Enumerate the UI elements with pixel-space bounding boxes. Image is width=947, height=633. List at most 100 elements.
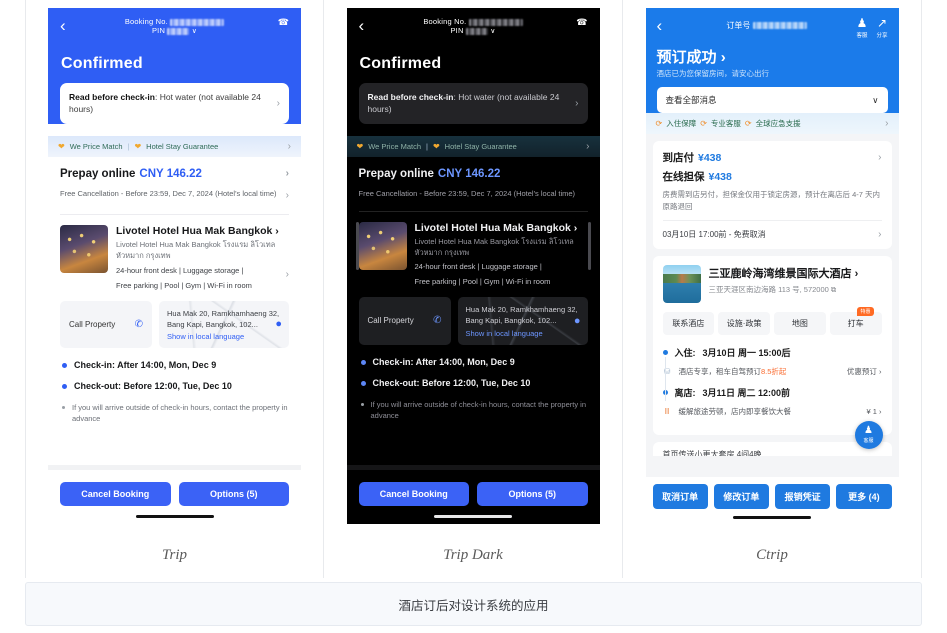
headset-icon[interactable]: ☎ (269, 17, 289, 28)
payment-note: 房费需到店另付，担保金仅用于锁定房源，预计在离店后 4-7 天内原路退回 (662, 190, 881, 211)
price-match-label: We Price Match (368, 141, 421, 151)
checkout-text: Check-out: Before 12:00, Tue, Dec 10 (74, 381, 232, 392)
customer-service-label: 客服 (863, 438, 874, 445)
back-icon[interactable]: ‹ (657, 17, 677, 34)
tab-label: 设施·政策 (726, 319, 762, 329)
car-promo-action[interactable]: 优惠预订 › (847, 366, 882, 377)
dining-promo-text: 缓解旅途劳顿，店内即享餐饮大餐 (678, 407, 792, 417)
guarantee-item-2: 专业客服 (710, 119, 741, 128)
hotel-amenities-2: Free parking | Pool | Gym | Wi-Fi in roo… (414, 277, 551, 286)
hotel-action-tabs: 联系酒店 设施·政策 地图 特惠 打车 (662, 307, 882, 336)
chevron-down-icon: ∨ (872, 94, 879, 105)
chevron-right-icon: › (878, 229, 882, 241)
checkout-label: 离店: (674, 388, 696, 399)
customer-service-button[interactable]: ♟ 客服 (856, 16, 868, 40)
hotel-row[interactable]: 三亚鹿岭海湾维景国际大酒店 › 三亚天涯区南边海路 113 号, 572000 … (662, 265, 882, 304)
footer-button-row: Cancel Booking Options (5) (60, 482, 289, 506)
customer-service-icon: ♟ (856, 16, 868, 30)
chevron-down-icon[interactable]: ∨ (192, 28, 197, 35)
ctrip-status-title-text: 预订成功 (656, 49, 717, 66)
modify-order-button[interactable]: 修改订单 (713, 484, 769, 509)
back-icon[interactable]: ‹ (60, 17, 80, 34)
pin-label: PIN (151, 26, 166, 35)
customer-service-label: 客服 (856, 33, 868, 39)
caption-trip: Trip (161, 546, 188, 563)
hotel-name: Livotel Hotel Hua Mak Bangkok › (116, 225, 289, 237)
home-indicator (135, 515, 214, 518)
floating-customer-service-button[interactable]: ♟ 客服 (854, 421, 883, 450)
dining-promo-action[interactable]: ¥ 1 › (866, 407, 881, 416)
headset-icon[interactable]: ☎ (568, 17, 587, 28)
cancellation-row[interactable]: Free Cancellation - Before 23:59, Dec 7,… (60, 183, 289, 215)
options-button[interactable]: Options (5) (178, 482, 289, 506)
call-property-button[interactable]: Call Property ✆ (358, 297, 451, 345)
tab-taxi[interactable]: 特惠 打车 (829, 307, 882, 336)
view-all-messages-field[interactable]: 查看全部消息 ∨ (656, 87, 888, 113)
guarantee-bar[interactable]: ❤ We Price Match | ❤ Hotel Stay Guarante… (346, 135, 600, 157)
cancel-policy-row[interactable]: 03月10日 17:00前 - 免费取消 › (663, 229, 882, 240)
chevron-right-icon: › (878, 152, 882, 163)
pay-at-hotel-row[interactable]: 到店付 ¥438 › (663, 150, 882, 165)
online-guarantee-amount: ¥438 (708, 171, 732, 183)
prepay-row[interactable]: Prepay online CNY 146.22 › (60, 157, 289, 183)
bullet-dot-icon (360, 380, 366, 386)
hotel-name-text: 三亚鹿岭海湾维景国际大酒店 (708, 268, 852, 281)
tab-facilities-policy[interactable]: 设施·政策 (718, 312, 770, 336)
map-pin-icon: ● (275, 318, 282, 331)
checkout-text: 离店: 3月11日 周二 12:00前 (675, 386, 791, 399)
cancel-booking-button[interactable]: Cancel Booking (358, 482, 469, 506)
checkin-note-item: If you will arrive outside of check-in h… (62, 402, 289, 425)
checkin-item: Check-in: After 14:00, Mon, Dec 9 (360, 357, 588, 367)
notice-text: Read before check-in: Hot water (not ava… (69, 91, 271, 116)
read-before-checkin-card[interactable]: Read before check-in: Hot water (not ava… (60, 83, 289, 124)
payment-card: 到店付 ¥438 › 在线担保 ¥438 房费需到店另付，担保金仅用于锁定房源，预计… (652, 141, 892, 250)
contact-row: Call Property ✆ Hua Mak 20, Ramkhamhaeng… (60, 300, 289, 349)
prepay-row[interactable]: Prepay online CNY 146.22 (359, 157, 588, 183)
cancel-order-button[interactable]: 取消订单 (652, 484, 708, 509)
ctrip-guarantee-bar[interactable]: ⟳ 入住保障 ⟳ 专业客服 ⟳ 全球应急支援 › (645, 113, 899, 134)
share-button[interactable]: ↗ 分享 (876, 16, 888, 40)
car-promo-text: 酒店专享，租车自驾预订8.5折起 (679, 366, 840, 377)
call-property-button[interactable]: Call Property ✆ (60, 300, 152, 349)
cancel-booking-button[interactable]: Cancel Booking (60, 482, 171, 506)
chevron-down-icon[interactable]: ∨ (490, 28, 495, 35)
room-info-card-clipped[interactable]: 首页传送小更大套房 4间4晚 (652, 442, 892, 457)
dining-promo[interactable]: Ⅲ 缓解旅途劳顿，店内即享餐饮大餐 ¥ 1 › (663, 406, 881, 417)
check-icon-3: ⟳ (744, 119, 752, 128)
tab-map[interactable]: 地图 (774, 312, 826, 336)
footer-separator (346, 465, 600, 470)
car-rental-promo[interactable]: ⛁ 酒店专享，租车自驾预订8.5折起 优惠预订 › (663, 366, 882, 377)
stay-timeline: 入住: 3月10日 周一 15:00后 ⛁ 酒店专享，租车自驾预订8.5折起 优惠… (662, 346, 882, 417)
show-local-language-link[interactable]: Show in local language (466, 329, 580, 338)
hotel-card[interactable]: Livotel Hotel Hua Mak Bangkok › Livotel … (60, 215, 289, 292)
phone-screen-ctrip: ‹ 订单号 ♟ 客服 ↗ 分享 预订成功 › 酒店已为您保留房间，请安心出行 查… (645, 8, 899, 524)
share-label: 分享 (876, 33, 888, 39)
copy-icon[interactable]: ⧉ (831, 285, 836, 294)
shield-icon: ❤ (356, 141, 364, 151)
stay-guarantee-label: Hotel Stay Guarantee (444, 141, 517, 151)
pin-line[interactable]: PIN ∨ (80, 26, 269, 35)
booking-no-redacted (170, 18, 225, 26)
pin-line[interactable]: PIN ∨ (379, 26, 568, 35)
notice-bold: Read before check-in (69, 92, 155, 102)
invoice-button[interactable]: 报销凭证 (775, 484, 831, 509)
scroll-handle-right[interactable] (587, 221, 591, 270)
back-icon[interactable]: ‹ (359, 17, 379, 34)
ctrip-status-title[interactable]: 预订成功 › (657, 39, 888, 68)
share-icon: ↗ (876, 16, 888, 30)
map-card[interactable]: Hua Mak 20, Ramkhamhaeng 32, Bang Kapi, … (457, 297, 588, 345)
guarantee-bar[interactable]: ❤ We Price Match | ❤ Hotel Stay Guarante… (48, 135, 301, 157)
hotel-card[interactable]: Livotel Hotel Hua Mak Bangkok › Livotel … (355, 212, 591, 289)
tab-contact-hotel[interactable]: 联系酒店 (662, 312, 715, 336)
caption-ctrip: Ctrip (756, 546, 788, 563)
options-button[interactable]: Options (5) (477, 482, 588, 506)
read-before-checkin-card[interactable]: Read before check-in: Hot water (not ava… (358, 83, 588, 124)
more-button[interactable]: 更多 (4) (836, 484, 892, 509)
chevron-right-icon: › (285, 268, 289, 280)
chevron-right-icon: › (575, 97, 579, 109)
show-local-language-link[interactable]: Show in local language (167, 332, 281, 341)
notice-text: Read before check-in: Hot water (not ava… (368, 91, 570, 116)
map-card[interactable]: Hua Mak 20, Ramkhamhaeng 32, Bang Kapi, … (159, 300, 289, 349)
cancellation-row[interactable]: Free Cancellation - Before 23:59, Dec 7,… (359, 183, 588, 211)
checkout-item: 离店: 3月11日 周二 12:00前 (662, 386, 882, 399)
